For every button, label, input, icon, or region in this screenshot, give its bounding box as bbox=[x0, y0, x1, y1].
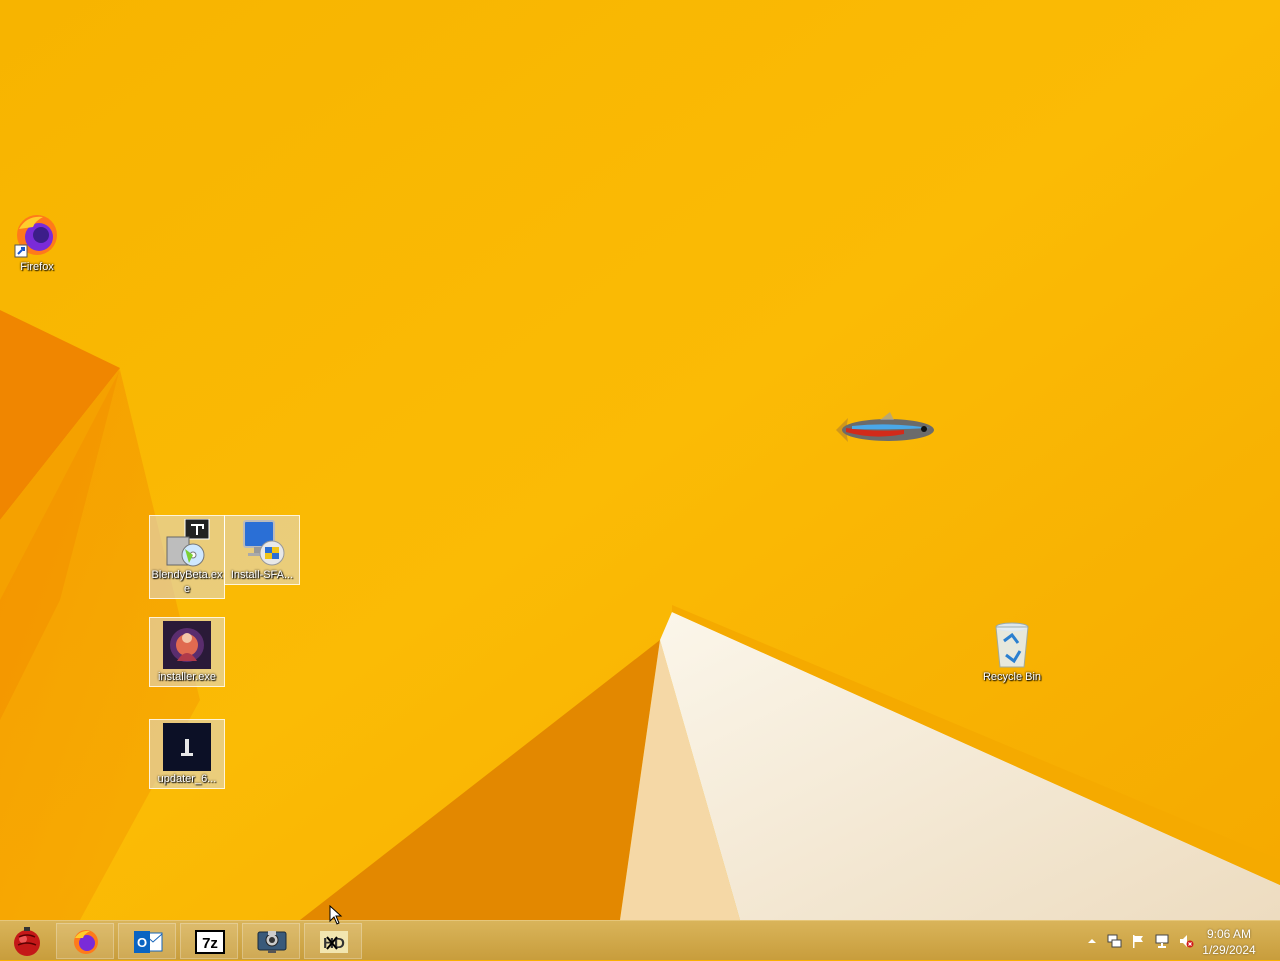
start-ball-icon bbox=[14, 927, 40, 956]
installer-cd-icon bbox=[163, 518, 211, 567]
connection-icon[interactable] bbox=[1154, 933, 1170, 949]
taskbar-firefox[interactable] bbox=[56, 923, 114, 959]
desktop-icon-blendybeta[interactable]: BlendyBeta.exe bbox=[149, 515, 225, 599]
taskbar-clock[interactable]: 9:06 AM 1/29/2024 bbox=[1194, 926, 1264, 958]
screen-capture-icon bbox=[257, 931, 287, 953]
7zip-icon: 7z bbox=[195, 930, 225, 954]
desktop-icon-label: Install-SFA... bbox=[230, 569, 294, 581]
volume-muted-icon[interactable] bbox=[1178, 933, 1194, 949]
svg-text:O: O bbox=[137, 935, 147, 950]
taskbar: O 7z HD 9:06 AM 1/29/2024 bbox=[0, 920, 1280, 960]
firefox-shortcut-icon bbox=[13, 211, 61, 259]
outlook-icon: O bbox=[134, 931, 163, 953]
desktop-icon-label: Firefox bbox=[20, 261, 54, 273]
clock-time: 9:06 AM bbox=[1206, 927, 1252, 941]
setup-computer-icon bbox=[238, 519, 286, 567]
taskbar-7zip[interactable]: 7z bbox=[180, 923, 238, 959]
network-icon[interactable] bbox=[1106, 933, 1122, 949]
desktop-icon-installer[interactable]: installer.exe bbox=[149, 617, 225, 687]
taskbar-screen-capture[interactable] bbox=[242, 923, 300, 959]
recycle-bin-icon bbox=[988, 621, 1036, 669]
desktop-icon-label: BlendyBeta.exe bbox=[151, 569, 223, 595]
desktop-icon-updater[interactable]: updater_6... bbox=[149, 719, 225, 789]
desktop-icon-install-sfa[interactable]: Install-SFA... bbox=[224, 515, 300, 585]
taskbar-outlook[interactable]: O bbox=[118, 923, 176, 959]
svg-text:7z: 7z bbox=[202, 935, 218, 952]
fish-desktop-pet bbox=[836, 412, 934, 442]
desktop-icon-firefox[interactable]: Firefox bbox=[0, 208, 74, 276]
show-hidden-icons-arrow[interactable] bbox=[1084, 933, 1100, 949]
action-center-flag-icon[interactable] bbox=[1130, 933, 1146, 949]
firefox-icon bbox=[74, 930, 98, 954]
hxd-icon: HD bbox=[320, 931, 348, 953]
taskbar-hxd[interactable]: HD bbox=[304, 923, 362, 959]
desktop-icon-label: installer.exe bbox=[157, 671, 217, 683]
installer-thumbnail-icon bbox=[163, 621, 211, 669]
desktop-icon-label: updater_6... bbox=[157, 773, 217, 785]
mouse-cursor bbox=[329, 905, 343, 925]
updater-thumbnail-icon bbox=[163, 723, 211, 771]
desktop-icon-recycle-bin[interactable]: Recycle Bin bbox=[975, 618, 1049, 686]
start-button[interactable] bbox=[6, 923, 48, 959]
clock-date: 1/29/2024 bbox=[1202, 943, 1256, 957]
desktop-icon-label: Recycle Bin bbox=[982, 671, 1042, 683]
